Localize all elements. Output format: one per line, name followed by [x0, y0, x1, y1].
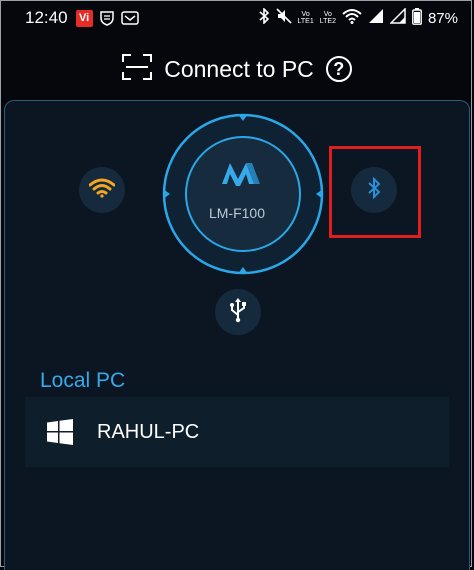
mute-icon	[275, 8, 292, 28]
signal2-icon	[389, 7, 406, 28]
volte2-icon: Vo LTE2	[319, 11, 336, 25]
pc-list-item[interactable]: RAHUL-PC	[25, 397, 449, 467]
status-time: 12:40	[25, 8, 68, 27]
wifi-icon	[88, 178, 116, 203]
local-pc-title: Local PC	[40, 369, 126, 392]
usb-connect-button[interactable]	[215, 289, 261, 335]
message-notification-icon	[120, 10, 139, 26]
status-bar: 12:40 Vi Vo LTE1 Vo LTE2 87%	[0, 0, 474, 36]
battery-icon	[412, 7, 422, 29]
usb-icon	[228, 297, 248, 328]
highlight-box	[329, 146, 421, 238]
shield-notification-icon	[99, 10, 115, 26]
header: Connect to PC ?	[0, 45, 474, 93]
scan-qr-icon[interactable]	[122, 53, 153, 85]
page-title: Connect to PC	[164, 55, 314, 82]
wifi-connect-button[interactable]	[79, 167, 125, 213]
bluetooth-status-icon	[258, 7, 270, 28]
signal1-icon	[368, 8, 384, 28]
volte1-icon: Vo LTE1	[297, 11, 314, 25]
vi-app-icon: Vi	[75, 9, 93, 27]
battery-percent: 87%	[427, 9, 458, 27]
pc-name: RAHUL-PC	[97, 420, 200, 443]
wifi-status-icon	[342, 8, 362, 28]
status-icons: Vo LTE1 Vo LTE2 87%	[258, 0, 458, 36]
help-icon[interactable]: ?	[325, 56, 352, 82]
windows-icon	[47, 419, 73, 445]
device-ring	[162, 113, 324, 275]
